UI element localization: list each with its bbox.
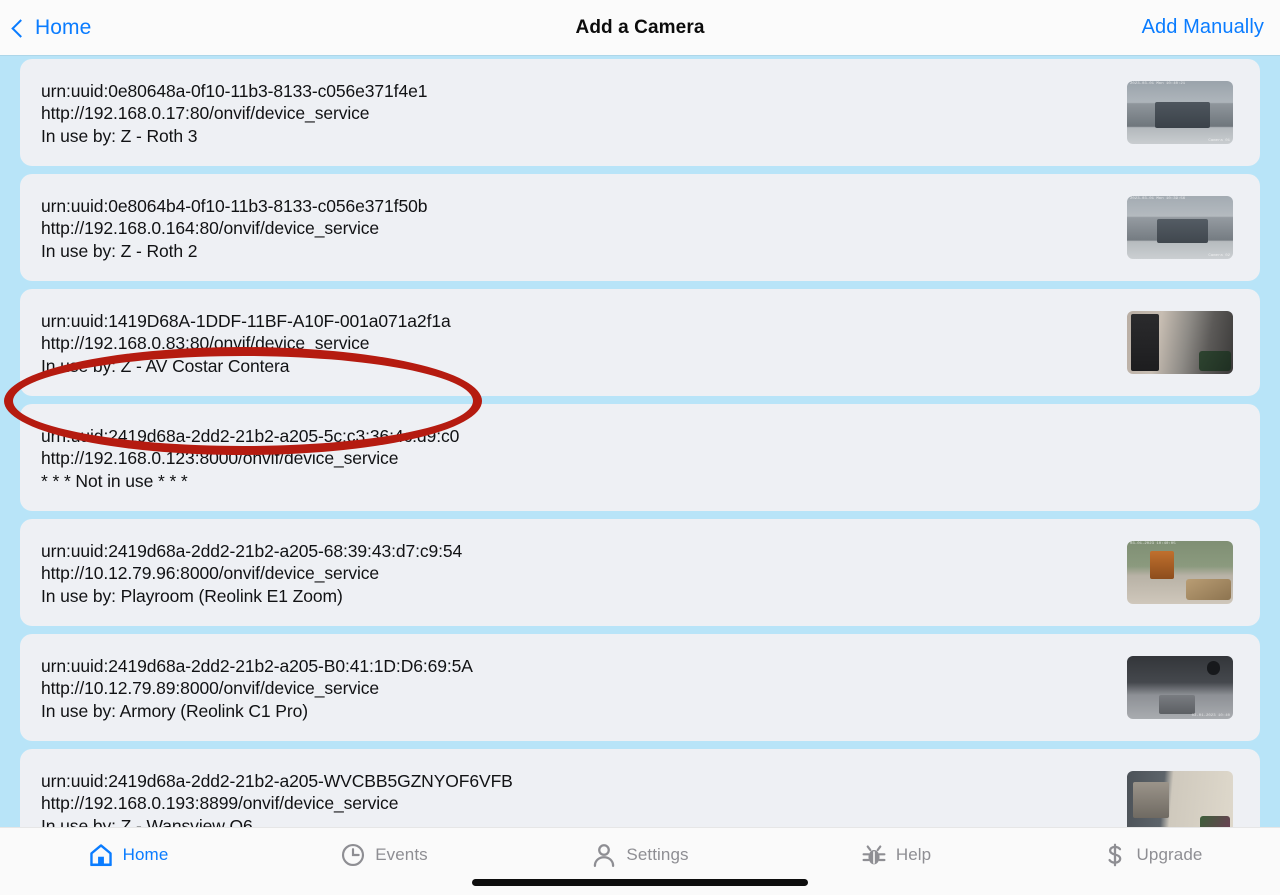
navigation-bar: Home Add a Camera Add Manually (0, 0, 1280, 55)
bug-icon (861, 842, 887, 868)
device-status: In use by: Z - Wansview Q6 (41, 815, 253, 827)
device-thumbnail-area: 2023-03-01 Mon 10:40:21 Camera 01 (1100, 81, 1260, 144)
device-info: urn:uuid:2419d68a-2dd2-21b2-a205-B0:41:1… (20, 653, 1100, 723)
tab-settings[interactable]: Settings (512, 828, 768, 874)
device-row[interactable]: urn:uuid:1419D68A-1DDF-11BF-A10F-001a071… (20, 289, 1260, 396)
device-info: urn:uuid:1419D68A-1DDF-11BF-A10F-001a071… (20, 308, 1100, 378)
device-service-url: http://192.168.0.83:80/onvif/device_serv… (41, 333, 370, 354)
camera-snapshot-thumbnail (1127, 771, 1233, 827)
device-service-url: http://192.168.0.193:8899/onvif/device_s… (41, 793, 399, 814)
tab-events[interactable]: Events (256, 828, 512, 874)
device-row[interactable]: urn:uuid:2419d68a-2dd2-21b2-a205-5c:c3:3… (20, 404, 1260, 511)
device-service-url: http://192.168.0.17:80/onvif/device_serv… (41, 103, 370, 124)
back-button-label: Home (35, 15, 92, 39)
device-thumbnail-area (1100, 311, 1260, 374)
device-urn: urn:uuid:2419d68a-2dd2-21b2-a205-B0:41:1… (41, 655, 473, 676)
clock-icon (340, 842, 366, 868)
device-thumbnail-area: 03-01-2023 10:40:05 (1100, 541, 1260, 604)
device-info: urn:uuid:0e8064b4-0f10-11b3-8133-c056e37… (20, 193, 1100, 263)
camera-snapshot-thumbnail: 03-01-2023 10:40 (1127, 656, 1233, 719)
device-status: In use by: Z - Roth 2 (41, 240, 198, 261)
thumbnail-overlay-label: Camera 02 (1208, 254, 1230, 258)
device-service-url: http://192.168.0.123:8000/onvif/device_s… (41, 448, 399, 469)
device-thumbnail-area: 03-01-2023 10:40 (1100, 656, 1260, 719)
device-info: urn:uuid:2419d68a-2dd2-21b2-a205-5c:c3:3… (20, 423, 1100, 493)
device-info: urn:uuid:2419d68a-2dd2-21b2-a205-WVCBB5G… (20, 768, 1100, 827)
device-status: In use by: Z - Roth 3 (41, 125, 198, 146)
device-service-url: http://192.168.0.164:80/onvif/device_ser… (41, 218, 380, 239)
tab-label: Events (375, 845, 428, 864)
tab-label: Upgrade (1136, 845, 1203, 864)
device-service-url: http://10.12.79.96:8000/onvif/device_ser… (41, 563, 380, 584)
person-icon (591, 842, 617, 868)
device-row[interactable]: urn:uuid:2419d68a-2dd2-21b2-a205-68:39:4… (20, 519, 1260, 626)
device-row[interactable]: urn:uuid:2419d68a-2dd2-21b2-a205-WVCBB5G… (20, 749, 1260, 827)
page-title: Add a Camera (575, 16, 705, 38)
app-screen: Home Add a Camera Add Manually urn:uuid:… (0, 0, 1280, 895)
chevron-left-icon (11, 18, 30, 38)
device-urn: urn:uuid:2419d68a-2dd2-21b2-a205-WVCBB5G… (41, 770, 513, 791)
device-status: * * * Not in use * * * (41, 470, 188, 491)
device-urn: urn:uuid:2419d68a-2dd2-21b2-a205-68:39:4… (41, 540, 463, 561)
device-thumbnail-area: 2023-03-01 Mon 10:39:56 Camera 02 (1100, 196, 1260, 259)
device-urn: urn:uuid:0e80648a-0f10-11b3-8133-c056e37… (41, 80, 428, 101)
thumbnail-timestamp: 2023-03-01 Mon 10:40:21 (1130, 82, 1186, 86)
device-status: In use by: Playroom (Reolink E1 Zoom) (41, 585, 343, 606)
device-service-url: http://10.12.79.89:8000/onvif/device_ser… (41, 678, 380, 699)
add-manually-button[interactable]: Add Manually (1142, 16, 1264, 39)
thumbnail-timestamp: 2023-03-01 Mon 10:39:56 (1130, 197, 1186, 201)
tab-help[interactable]: Help (768, 828, 1024, 874)
device-urn: urn:uuid:1419D68A-1DDF-11BF-A10F-001a071… (41, 310, 451, 331)
dollar-icon (1102, 842, 1128, 868)
camera-snapshot-thumbnail: 2023-03-01 Mon 10:39:56 Camera 02 (1127, 196, 1233, 259)
camera-snapshot-thumbnail: 2023-03-01 Mon 10:40:21 Camera 01 (1127, 81, 1233, 144)
camera-snapshot-thumbnail: 03-01-2023 10:40:05 (1127, 541, 1233, 604)
thumbnail-overlay-label: 03-01-2023 10:40 (1191, 714, 1230, 718)
device-status: In use by: Armory (Reolink C1 Pro) (41, 700, 308, 721)
device-info: urn:uuid:0e80648a-0f10-11b3-8133-c056e37… (20, 78, 1100, 148)
tab-label: Help (895, 845, 932, 864)
thumbnail-overlay-label: Camera 01 (1208, 139, 1230, 143)
device-info: urn:uuid:2419d68a-2dd2-21b2-a205-68:39:4… (20, 538, 1100, 608)
back-button[interactable]: Home (11, 15, 92, 40)
device-status: In use by: Z - AV Costar Contera (41, 355, 290, 376)
device-thumbnail-area (1100, 771, 1260, 827)
home-icon (88, 842, 114, 868)
tab-home[interactable]: Home (0, 828, 256, 874)
camera-snapshot-thumbnail (1127, 311, 1233, 374)
device-urn: urn:uuid:2419d68a-2dd2-21b2-a205-5c:c3:3… (41, 425, 460, 446)
thumbnail-timestamp: 03-01-2023 10:40:05 (1130, 542, 1176, 546)
tab-upgrade[interactable]: Upgrade (1024, 828, 1280, 874)
device-urn: urn:uuid:0e8064b4-0f10-11b3-8133-c056e37… (41, 195, 428, 216)
tab-label: Home (122, 845, 169, 864)
home-indicator (472, 879, 808, 886)
device-row[interactable]: urn:uuid:2419d68a-2dd2-21b2-a205-B0:41:1… (20, 634, 1260, 741)
device-row[interactable]: urn:uuid:0e80648a-0f10-11b3-8133-c056e37… (20, 59, 1260, 166)
device-list[interactable]: urn:uuid:0e80648a-0f10-11b3-8133-c056e37… (0, 55, 1280, 827)
tab-label: Settings (626, 845, 689, 864)
device-row[interactable]: urn:uuid:0e8064b4-0f10-11b3-8133-c056e37… (20, 174, 1260, 281)
